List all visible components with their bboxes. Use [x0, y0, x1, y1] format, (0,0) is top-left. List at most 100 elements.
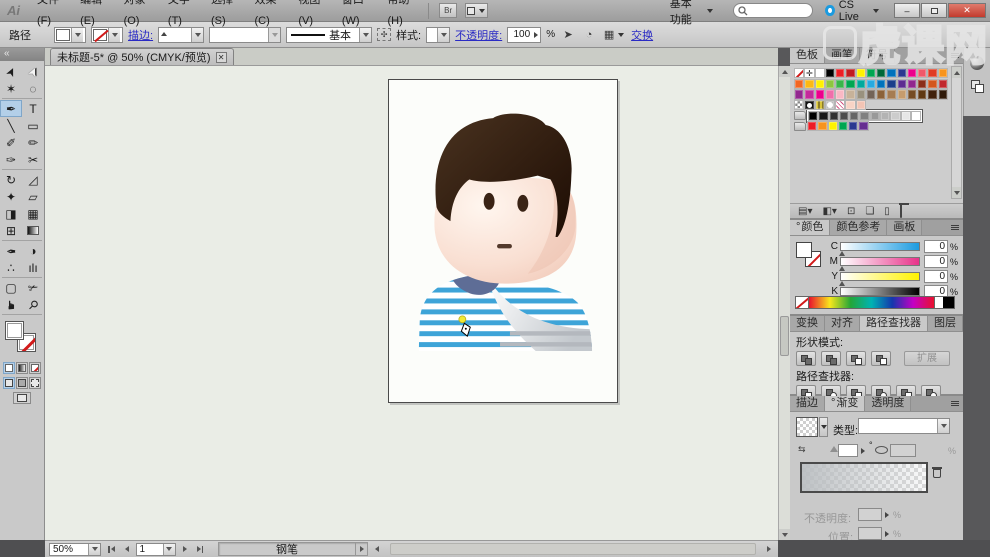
- draw-inside-button[interactable]: [29, 377, 41, 389]
- scroll-up-icon[interactable]: [779, 66, 790, 77]
- unite-button[interactable]: [796, 351, 816, 366]
- close-document-icon[interactable]: ✕: [216, 52, 227, 63]
- pathfinder-tab-0[interactable]: 变换: [790, 316, 825, 331]
- arrange-documents-icon[interactable]: [465, 3, 488, 18]
- cs-live-button[interactable]: CS Live: [825, 0, 879, 23]
- lasso-tool[interactable]: ◌: [22, 80, 44, 97]
- white-swatch[interactable]: [934, 297, 943, 308]
- swatch[interactable]: [818, 111, 828, 121]
- swatch[interactable]: [849, 111, 859, 121]
- rectangle-tool[interactable]: ▭: [22, 117, 44, 134]
- menu-item-8[interactable]: 帮助(H): [379, 0, 423, 32]
- swatch[interactable]: [815, 68, 825, 78]
- menu-item-6[interactable]: 视图(V): [289, 0, 333, 32]
- color-mode-button[interactable]: [3, 362, 15, 374]
- zoom-level-select[interactable]: 50%: [49, 543, 101, 556]
- document-tab[interactable]: 未标题-5* @ 50% (CMYK/预览) ✕: [50, 48, 234, 65]
- swatch[interactable]: [815, 79, 825, 89]
- new-color-group-icon[interactable]: ❏: [865, 205, 874, 218]
- swatch[interactable]: [876, 89, 886, 99]
- color-tab-2[interactable]: 画板: [887, 220, 922, 235]
- swatch[interactable]: [845, 79, 855, 89]
- toolbar-collapse-button[interactable]: «: [0, 48, 44, 61]
- delete-swatch-icon[interactable]: [900, 205, 902, 218]
- none-mode-button[interactable]: [29, 362, 41, 374]
- menu-item-0[interactable]: 文件(F): [28, 0, 71, 32]
- menu-item-7[interactable]: 窗口(W): [333, 0, 379, 32]
- swatch[interactable]: [835, 79, 845, 89]
- swatch-options-icon[interactable]: ⊡: [847, 205, 855, 218]
- gradient-opacity-input[interactable]: [858, 508, 882, 521]
- scroll-up-icon[interactable]: [952, 67, 961, 78]
- menu-item-2[interactable]: 对象(O): [115, 0, 159, 32]
- scroll-right-icon[interactable]: [764, 546, 774, 552]
- pencil-tool[interactable]: ✏: [22, 134, 44, 151]
- pen-tool[interactable]: ✒: [0, 100, 22, 117]
- swatch-libraries-icon[interactable]: ▤▾: [798, 205, 812, 218]
- mesh-tool[interactable]: ⊞: [0, 222, 22, 239]
- hand-tool[interactable]: ☛: [0, 296, 22, 313]
- swatch[interactable]: [897, 68, 907, 78]
- swatch[interactable]: [856, 68, 866, 78]
- swatch[interactable]: [938, 68, 948, 78]
- swatch[interactable]: [917, 89, 927, 99]
- gradient-tab-0[interactable]: 描边: [790, 396, 825, 411]
- swatch[interactable]: [825, 79, 835, 89]
- gradient-panel-menu-icon[interactable]: [947, 396, 963, 411]
- M-value-input[interactable]: 0: [924, 255, 948, 268]
- last-artboard-button[interactable]: [194, 546, 207, 553]
- swatch[interactable]: [838, 121, 848, 131]
- draw-behind-button[interactable]: [16, 377, 28, 389]
- gradient-tab-1[interactable]: 渐变: [825, 396, 865, 411]
- vertical-scrollbar[interactable]: [778, 66, 790, 540]
- C-slider[interactable]: [840, 242, 920, 251]
- Y-slider[interactable]: [840, 272, 920, 281]
- gradient-slider[interactable]: [800, 462, 928, 493]
- swatch[interactable]: [911, 111, 921, 121]
- slice-tool[interactable]: ✃: [22, 279, 44, 296]
- swatch[interactable]: [927, 89, 937, 99]
- aspect-ratio-input[interactable]: [890, 444, 916, 457]
- menu-item-1[interactable]: 编辑(E): [71, 0, 115, 32]
- style-select[interactable]: [426, 27, 450, 43]
- swatch[interactable]: [866, 79, 876, 89]
- selection-tool[interactable]: ➤: [0, 63, 22, 80]
- new-swatch-icon[interactable]: ▯: [884, 205, 890, 218]
- gradient-type-select[interactable]: [858, 418, 950, 434]
- swatch[interactable]: [804, 79, 814, 89]
- swatches-tab-1[interactable]: 画笔: [825, 48, 860, 63]
- swatch[interactable]: [828, 121, 838, 131]
- swatch[interactable]: [856, 89, 866, 99]
- minimize-button[interactable]: –: [894, 3, 920, 18]
- angle-spinner[interactable]: [858, 444, 867, 457]
- swatch[interactable]: [856, 100, 866, 110]
- fill-box[interactable]: [796, 242, 812, 258]
- swatch[interactable]: [829, 111, 839, 121]
- swatch[interactable]: [927, 68, 937, 78]
- swatch[interactable]: [859, 111, 869, 121]
- swatch[interactable]: [917, 79, 927, 89]
- swatch[interactable]: [835, 89, 845, 99]
- line-segment-tool[interactable]: ╲: [0, 117, 22, 134]
- swatch[interactable]: [835, 68, 845, 78]
- menu-item-3[interactable]: 文字(T): [159, 0, 202, 32]
- bridge-icon[interactable]: Br: [439, 3, 457, 18]
- paintbrush-tool[interactable]: ✐: [0, 134, 22, 151]
- swatch[interactable]: [870, 111, 880, 121]
- stripe-swatch[interactable]: [815, 100, 825, 110]
- swatch[interactable]: [886, 79, 896, 89]
- swatch[interactable]: [886, 68, 896, 78]
- search-input[interactable]: [733, 3, 814, 18]
- rotate-tool[interactable]: ↻: [0, 171, 22, 188]
- none-swatch[interactable]: [796, 297, 809, 308]
- artboard-tool[interactable]: ▢: [0, 279, 22, 296]
- swatch[interactable]: [880, 111, 890, 121]
- draw-normal-button[interactable]: [3, 377, 15, 389]
- color-tab-0[interactable]: 颜色: [790, 220, 830, 235]
- gradient-tool[interactable]: [22, 222, 44, 239]
- scale-tool[interactable]: ◿: [22, 171, 44, 188]
- restore-button[interactable]: [921, 3, 947, 18]
- black-swatch[interactable]: [943, 297, 954, 308]
- expand-button[interactable]: 扩展: [904, 351, 950, 366]
- swatches-tab-2[interactable]: 符号: [860, 48, 895, 63]
